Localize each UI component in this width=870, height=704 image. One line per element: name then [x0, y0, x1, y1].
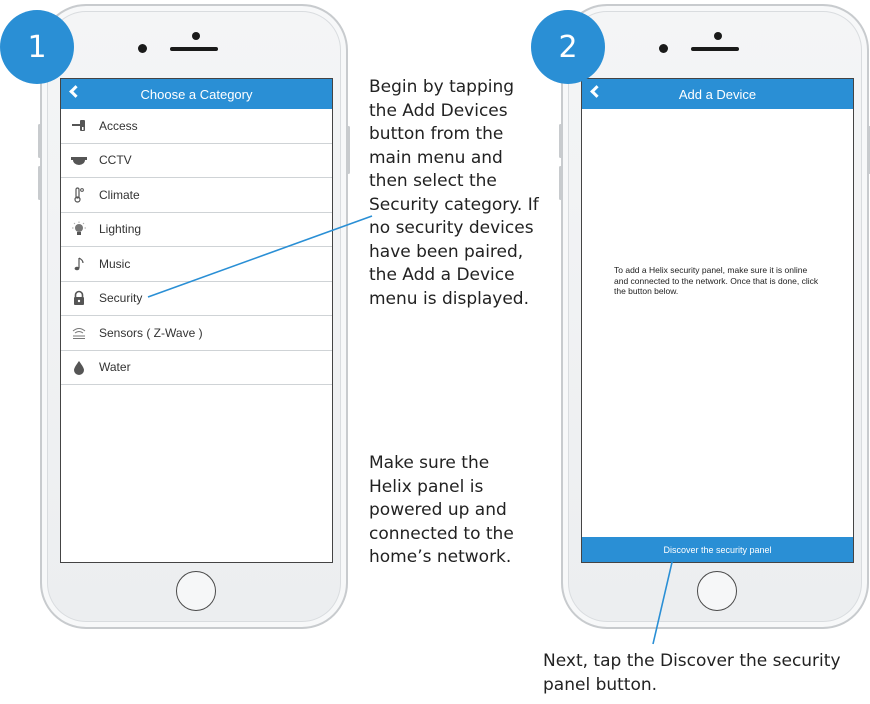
- music-note-icon: [71, 256, 87, 272]
- category-label: Sensors ( Z-Wave ): [99, 325, 203, 340]
- step-badge-1: 1: [0, 10, 74, 84]
- phone-frame-left: Choose a Category Access CCTV Climate Li…: [38, 4, 350, 629]
- category-item-climate[interactable]: Climate: [61, 178, 332, 213]
- note-line: powered up and: [369, 500, 507, 520]
- water-drop-icon: [71, 359, 87, 376]
- category-label: Security: [99, 291, 143, 306]
- padlock-icon: [71, 290, 87, 306]
- note-line: the Add a Device: [369, 265, 515, 285]
- category-label: Climate: [99, 187, 140, 202]
- back-chevron-icon[interactable]: [69, 85, 82, 98]
- app-bar: Choose a Category: [61, 79, 332, 109]
- note-line: connected to the: [369, 523, 514, 544]
- category-label: Lighting: [99, 222, 142, 237]
- screen-add-device: Add a Device To add a Helix security pan…: [581, 78, 854, 563]
- category-item-water[interactable]: Water: [61, 351, 332, 385]
- note-select-security: Begin by tapping the Add Devices button …: [369, 76, 539, 311]
- step-badge-2: 2: [531, 10, 605, 84]
- screen-choose-category: Choose a Category Access CCTV Climate Li…: [60, 78, 333, 563]
- volume-down-button: [38, 166, 41, 200]
- lightbulb-icon: [71, 221, 87, 237]
- note-line: no security devices: [369, 218, 534, 238]
- wave-sensor-icon: [71, 325, 87, 341]
- note-line: have been paired,: [369, 241, 524, 262]
- proximity-sensor: [659, 44, 668, 53]
- note-line: Security category. If: [369, 194, 539, 215]
- thermometer-icon: [71, 187, 87, 203]
- back-chevron-icon[interactable]: [590, 85, 603, 98]
- home-button[interactable]: [697, 571, 737, 611]
- camera-dome-icon: [71, 152, 87, 168]
- note-line: Next, tap the Discover the security: [543, 651, 841, 671]
- category-item-security[interactable]: Security: [61, 282, 332, 316]
- front-camera: [714, 32, 722, 40]
- power-button: [347, 126, 350, 174]
- note-line: Helix panel is: [369, 476, 484, 497]
- earpiece-speaker: [691, 47, 739, 51]
- note-line: Make sure the: [369, 453, 490, 473]
- proximity-sensor: [138, 44, 147, 53]
- add-device-instructions: To add a Helix security panel, make sure…: [614, 265, 819, 296]
- category-label: Music: [99, 256, 131, 271]
- category-label: Access: [99, 118, 138, 133]
- volume-up-button: [38, 124, 41, 158]
- home-button[interactable]: [176, 571, 216, 611]
- category-label: CCTV: [99, 153, 132, 168]
- phone-frame-right: Add a Device To add a Helix security pan…: [559, 4, 870, 629]
- earpiece-speaker: [170, 47, 218, 51]
- note-line: menu is displayed.: [369, 288, 529, 309]
- category-item-sensors[interactable]: Sensors ( Z-Wave ): [61, 316, 332, 351]
- category-item-cctv[interactable]: CCTV: [61, 144, 332, 178]
- volume-up-button: [559, 124, 562, 158]
- note-line: main menu and: [369, 147, 503, 168]
- category-item-music[interactable]: Music: [61, 247, 332, 282]
- discover-security-panel-button[interactable]: Discover the security panel: [582, 537, 853, 562]
- app-bar: Add a Device: [582, 79, 853, 109]
- screen-title: Choose a Category: [140, 86, 253, 102]
- screen-title: Add a Device: [678, 86, 757, 102]
- door-lock-icon: [71, 118, 87, 134]
- note-line: panel button.: [543, 674, 658, 695]
- category-item-access[interactable]: Access: [61, 109, 332, 144]
- note-line: then select the: [369, 171, 497, 191]
- note-line: home’s network.: [369, 547, 512, 567]
- note-line: button from the: [369, 124, 504, 144]
- note-line: Begin by tapping: [369, 77, 515, 97]
- note-tap-discover: Next, tap the Discover the security pane…: [543, 650, 841, 697]
- note-helix-powered: Make sure the Helix panel is powered up …: [369, 452, 514, 570]
- category-item-lighting[interactable]: Lighting: [61, 213, 332, 247]
- front-camera: [192, 32, 200, 40]
- note-line: the Add Devices: [369, 100, 508, 121]
- category-label: Water: [99, 360, 131, 375]
- volume-down-button: [559, 166, 562, 200]
